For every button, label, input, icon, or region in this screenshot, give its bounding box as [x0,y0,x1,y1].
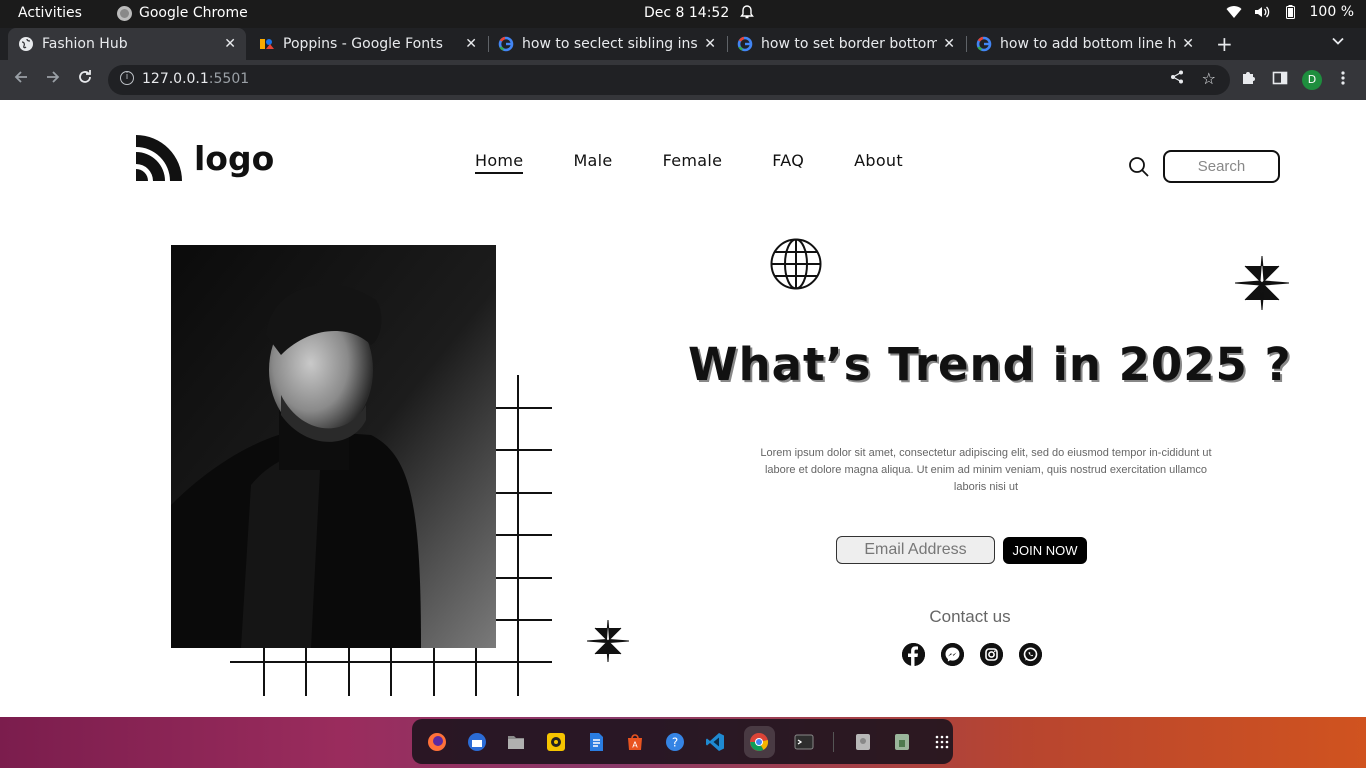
tab-title: Poppins - Google Fonts [283,36,443,52]
profile-avatar[interactable]: D [1302,70,1322,90]
tab-search-chevron-down-icon[interactable] [1331,34,1345,52]
chrome-small-icon [117,5,132,21]
address-bar[interactable]: i 127.0.0.1:5501 ☆ [108,65,1230,95]
tab-search-bottom-line[interactable]: how to add bottom line h ✕ [966,28,1204,60]
volume-icon [1254,6,1269,18]
google-favicon-icon [737,36,753,52]
tab-search-sibling[interactable]: how to seclect sibling insi ✕ [488,28,726,60]
web-page: logo Home Male Female FAQ About Search W… [0,100,1366,717]
nav-link-female[interactable]: Female [663,151,723,174]
google-favicon-icon [976,36,992,52]
activities-button[interactable]: Activities [18,5,82,21]
firefox-icon[interactable] [426,731,448,753]
url-text: 127.0.0.1:5501 [142,71,250,87]
app-name: Google Chrome [139,5,248,21]
hero-headline: What’s Trend in 2025 ? [688,338,1292,391]
back-arrow-icon[interactable] [12,68,30,91]
tab-fashion-hub[interactable]: Fashion Hub ✕ [8,28,246,60]
google-fonts-favicon-icon [259,36,275,52]
svg-text:A: A [633,740,639,749]
messenger-icon[interactable] [941,643,964,666]
side-panel-icon[interactable] [1272,70,1288,90]
notification-bell-icon [739,4,755,24]
tab-close-icon[interactable]: ✕ [465,36,477,52]
writer-icon[interactable] [585,731,607,753]
site-info-icon[interactable]: i [120,71,134,85]
tab-poppins[interactable]: Poppins - Google Fonts ✕ [249,28,487,60]
disk-icon[interactable] [852,731,874,753]
tab-title: how to set border bottom [761,36,938,52]
trash-icon[interactable] [892,731,914,753]
contact-heading: Contact us [929,607,1011,626]
browser-toolbar: i 127.0.0.1:5501 ☆ D [0,60,1366,100]
model-portrait-image [171,245,496,648]
nav-link-faq[interactable]: FAQ [772,151,804,174]
instagram-icon[interactable] [980,643,1003,666]
reload-icon[interactable] [76,68,94,91]
search-icon[interactable] [1128,156,1150,182]
tab-close-icon[interactable]: ✕ [224,36,236,52]
extensions-puzzle-icon[interactable] [1240,70,1256,90]
system-tray[interactable]: 100 % [1226,4,1354,20]
battery-icon [1285,5,1295,19]
tab-search-border-bottom[interactable]: how to set border bottom ✕ [727,28,965,60]
bookmark-star-icon[interactable]: ☆ [1202,69,1216,88]
google-favicon-icon [498,36,514,52]
share-icon[interactable] [1170,70,1184,88]
terminal-icon[interactable] [793,731,815,753]
nav-link-male[interactable]: Male [573,151,612,174]
vscode-icon[interactable] [704,731,726,753]
join-now-button[interactable]: JOIN NOW [1003,537,1087,564]
forward-arrow-icon[interactable] [44,68,62,91]
software-icon[interactable]: A [625,731,647,753]
battery-percent: 100 % [1309,4,1354,20]
facebook-icon[interactable] [902,643,925,666]
files-icon[interactable] [505,731,527,753]
sparkle-star-icon [586,619,630,666]
sparkle-star-icon [1234,255,1290,314]
thunderbird-icon[interactable] [466,731,488,753]
search-input[interactable] [1163,150,1280,183]
globe-favicon-icon [18,36,34,52]
tab-title: how to seclect sibling insi [522,36,699,52]
clock[interactable]: Dec 8 14:52 [644,5,729,21]
whatsapp-icon[interactable] [1019,643,1042,666]
hero-description: Lorem ipsum dolor sit amet, consectetur … [760,447,1212,493]
tab-title: how to add bottom line h [1000,36,1177,52]
tab-title: Fashion Hub [42,36,128,52]
apps-grid-icon[interactable] [931,731,953,753]
new-tab-plus-icon[interactable]: + [1216,32,1233,56]
email-field[interactable] [836,536,995,564]
ubuntu-dock: A ? [412,719,953,764]
chrome-icon[interactable] [743,725,776,758]
rhythmbox-icon[interactable] [545,731,567,753]
help-icon[interactable]: ? [664,731,686,753]
globe-icon [770,238,822,294]
browser-menu-kebab-icon[interactable] [1340,70,1346,90]
app-menu[interactable]: Google Chrome [117,5,248,21]
dock-separator [832,731,834,752]
tab-strip: Fashion Hub ✕ Poppins - Google Fonts ✕ h… [0,28,1366,60]
tab-close-icon[interactable]: ✕ [943,36,955,52]
social-links [902,643,1042,666]
tab-close-icon[interactable]: ✕ [704,36,716,52]
system-top-bar: Activities Google Chrome Dec 8 14:52 100… [0,0,1366,28]
svg-text:?: ? [672,735,678,749]
wifi-icon [1226,6,1242,19]
tab-close-icon[interactable]: ✕ [1182,36,1194,52]
nav-link-about[interactable]: About [854,151,903,174]
